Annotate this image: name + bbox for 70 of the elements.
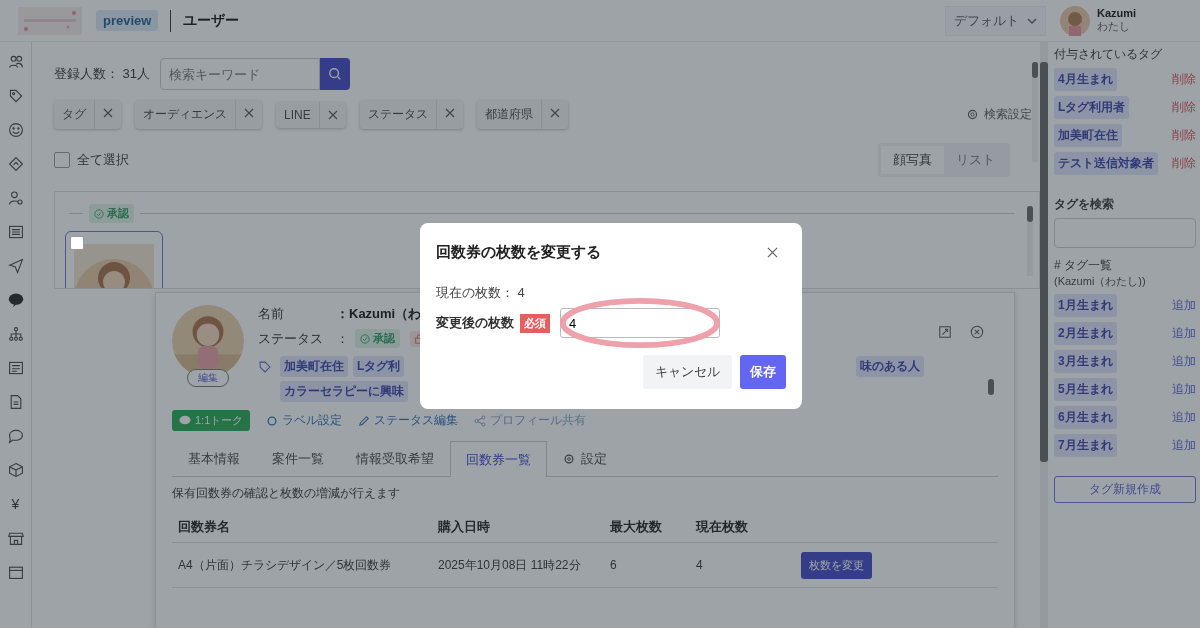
name-value: ：Kazumi（わ	[336, 305, 422, 323]
tag-pill: 4月生まれ	[1054, 68, 1117, 91]
tag-pill: 1月生まれ	[1054, 294, 1117, 317]
delete-link[interactable]: 削除	[1172, 99, 1196, 116]
tag-list-owner: (Kazumi（わたし))	[1054, 274, 1146, 289]
section-title: タグを検索	[1054, 196, 1115, 213]
column-header: 現在枚数	[696, 518, 749, 536]
tag-pill: 3月生まれ	[1054, 350, 1117, 373]
talk-button[interactable]: 1:1トーク	[172, 410, 251, 431]
add-link[interactable]: 追加	[1172, 325, 1196, 342]
page-title: ユーザー	[183, 11, 240, 30]
dialog-title: 回数券の枚数を変更する	[436, 243, 601, 262]
tag-pill: Lタグ利用者	[1054, 96, 1130, 119]
edit-button[interactable]: 編集	[187, 369, 229, 387]
table-cell-text: 2025年10月08日 11時22分	[438, 556, 582, 574]
view-mode-tab[interactable]: 顔写真	[881, 146, 944, 174]
table-cell-text: 4	[696, 558, 704, 572]
column-header: 回数券名	[178, 518, 231, 536]
delete-link[interactable]: 削除	[1172, 127, 1196, 144]
search-settings-link[interactable]: 検索設定	[966, 106, 1032, 123]
change-count-button[interactable]: 枚数を変更	[801, 551, 872, 579]
add-link[interactable]: 追加	[1172, 437, 1196, 454]
save-button[interactable]: 保存	[740, 355, 786, 389]
view-dropdown[interactable]: デフォルト	[945, 5, 1046, 36]
delete-link[interactable]: 削除	[1172, 155, 1196, 172]
preview-badge: preview	[96, 10, 159, 31]
field-label: 変更後の枚数	[436, 314, 514, 332]
required-badge: 必須	[520, 313, 550, 333]
tag-pill: 味のある人	[856, 356, 924, 377]
tab[interactable]: 基本情報	[172, 441, 256, 476]
table-cell-text: A4（片面）チラシデザイン／5枚回数券	[178, 556, 393, 574]
description: 保有回数券の確認と枚数の増減が行えます	[172, 485, 401, 502]
yen-icon[interactable]: ¥	[11, 496, 20, 512]
delete-link[interactable]: 削除	[1172, 71, 1196, 88]
tag-pill: 6月生まれ	[1054, 406, 1117, 429]
create-tag-button[interactable]: タグ新規作成	[1054, 476, 1196, 503]
action-link[interactable]: ステータス編集	[358, 412, 459, 429]
user-subtitle: わたし	[1097, 19, 1131, 34]
table-cell-text: 6	[610, 558, 618, 572]
section-title: 付与されているタグ	[1054, 46, 1163, 63]
tag-pill: 加美町在住	[1054, 124, 1122, 147]
tab[interactable]: 設定	[547, 441, 623, 476]
user-name: Kazumi	[1097, 7, 1137, 19]
status-badge: 承認	[89, 204, 134, 223]
tab[interactable]: 情報受取希望	[340, 441, 450, 476]
status-badge: 承認	[355, 329, 400, 348]
cancel-button[interactable]: キャンセル	[643, 355, 732, 389]
column-header: 最大枚数	[610, 518, 663, 536]
action-link[interactable]: ラベル設定	[266, 412, 343, 429]
separator: ：	[336, 329, 349, 348]
add-link[interactable]: 追加	[1172, 409, 1196, 426]
tag-pill: 5月生まれ	[1054, 378, 1117, 401]
tag-pill: 2月生まれ	[1054, 322, 1117, 345]
search-field[interactable]: 検索キーワード	[160, 58, 321, 90]
tag-pill: テスト送信対象者	[1054, 152, 1158, 175]
tag-pill: カラーセラピーに興味	[280, 381, 408, 402]
tag-list-title: # タグ一覧	[1054, 257, 1112, 274]
add-link[interactable]: 追加	[1172, 353, 1196, 370]
field-label: ステータス	[258, 329, 324, 348]
select-all-label: 全て選択	[77, 151, 129, 169]
add-link[interactable]: 追加	[1172, 297, 1196, 314]
column-header: 購入日時	[438, 518, 491, 536]
tag-pill: Lタグ利	[353, 356, 405, 377]
current-count: 現在の枚数： 4	[436, 284, 526, 302]
registered-count: 登録人数： 31人	[54, 65, 151, 83]
tag-pill: 加美町在住	[280, 356, 348, 377]
tag-pill: 7月生まれ	[1054, 434, 1117, 457]
add-link[interactable]: 追加	[1172, 381, 1196, 398]
view-mode-tab[interactable]: リスト	[944, 146, 1007, 174]
field-label: 名前	[258, 305, 285, 323]
